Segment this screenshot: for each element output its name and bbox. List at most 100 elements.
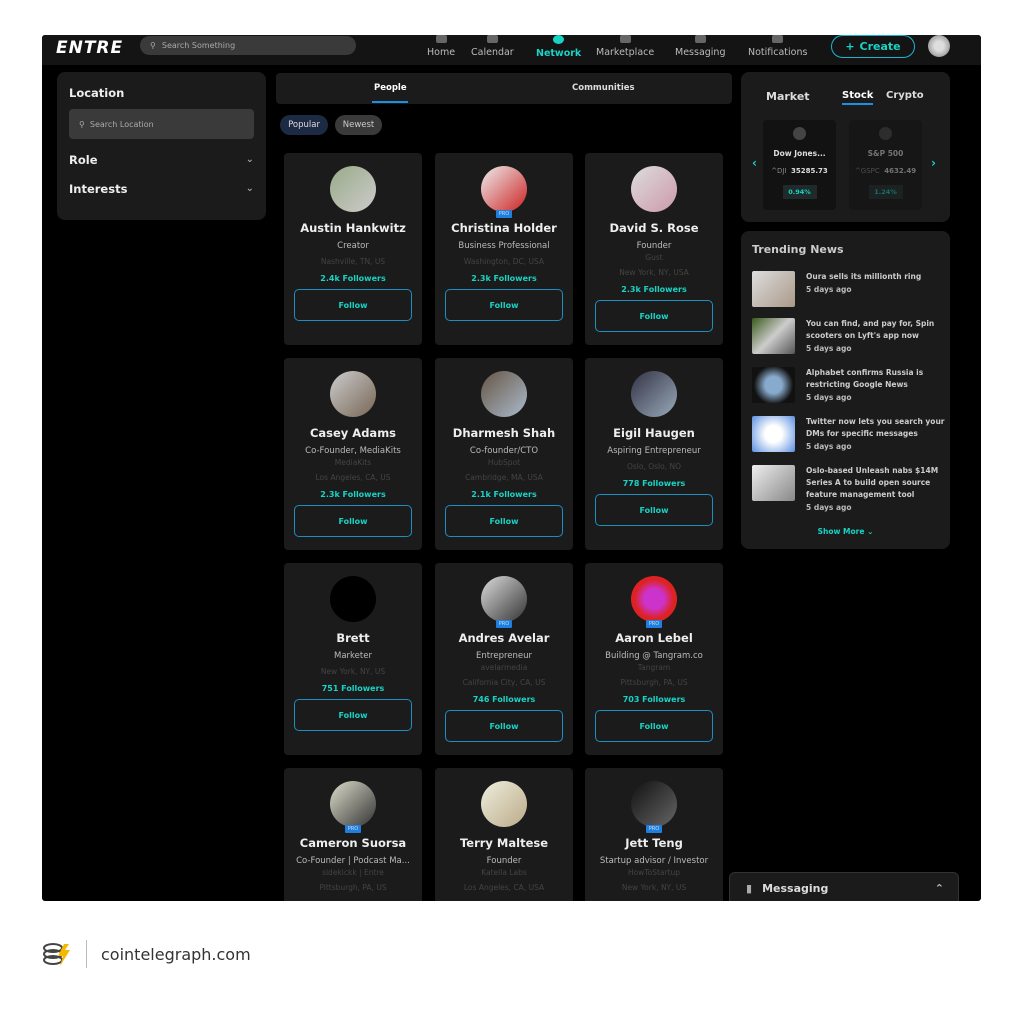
avatar[interactable]: PRO [481,166,527,218]
market-item[interactable]: Dow Jones... ^DJI 35285.73 0.94% [763,120,836,210]
avatar[interactable] [481,781,527,827]
tab-communities[interactable]: Communities [572,83,635,93]
avatar[interactable] [330,371,376,417]
person-card[interactable]: PRO Cameron Suorsa Co-Founder | Podcast … [284,768,422,901]
trending-news-panel: Trending News Oura sells its millionth r… [741,231,950,549]
person-card[interactable]: David S. Rose Founder Gust New York, NY,… [585,153,723,345]
follow-button[interactable]: Follow [294,505,412,537]
create-label: Create [859,40,901,53]
person-location: New York, NY, US [621,883,687,892]
person-name[interactable]: Andres Avelar [435,631,573,645]
chevron-down-icon[interactable]: ⌄ [246,183,254,194]
person-location: Pittsburgh, PA, US [620,678,688,687]
avatar[interactable] [330,576,376,622]
person-card[interactable]: PRO Jett Teng Startup advisor / Investor… [585,768,723,901]
nav-network[interactable]: Network [536,35,581,59]
follower-count: 2.4k Followers [320,274,386,283]
nav-calendar[interactable]: Calendar [471,35,514,58]
footer: cointelegraph.com [42,940,251,968]
sort-newest[interactable]: Newest [335,115,382,135]
news-item[interactable]: Oslo-based Unleash nabs $14M Series A to… [752,465,946,514]
person-name[interactable]: Dharmesh Shah [435,426,573,440]
tab-people[interactable]: People [374,83,407,93]
follow-button[interactable]: Follow [595,494,713,526]
chevron-down-icon[interactable]: ⌄ [246,154,254,165]
person-name[interactable]: Cameron Suorsa [284,836,422,850]
news-item[interactable]: Twitter now lets you search your DMs for… [752,416,946,453]
person-name[interactable]: Casey Adams [284,426,422,440]
person-card[interactable]: PRO Aaron Lebel Building @ Tangram.co Ta… [585,563,723,755]
pro-badge: PRO [345,825,361,833]
avatar[interactable]: PRO [330,781,376,833]
show-more-button[interactable]: Show More ⌄ [741,527,950,536]
person-card[interactable]: Dharmesh Shah Co-founder/CTO HubSpot Cam… [435,358,573,550]
avatar[interactable] [631,166,677,212]
chevron-left-icon[interactable]: ‹ [752,156,757,170]
follow-button[interactable]: Follow [595,300,713,332]
person-card[interactable]: Brett Marketer New York, NY, US 751 Foll… [284,563,422,755]
follow-button[interactable]: Follow [294,289,412,321]
pro-badge: PRO [496,620,512,628]
tab-stock[interactable]: Stock [842,90,874,105]
person-name[interactable]: Aaron Lebel [585,631,723,645]
tab-crypto[interactable]: Crypto [886,90,924,101]
nav-messaging[interactable]: Messaging [675,35,725,58]
user-avatar[interactable] [928,35,950,57]
avatar[interactable]: PRO [481,576,527,628]
person-card[interactable]: PRO Christina Holder Business Profession… [435,153,573,345]
market-item[interactable]: S&P 500 ^GSPC 4632.49 1.24% [849,120,922,210]
person-card[interactable]: Terry Maltese Founder Katella Labs Los A… [435,768,573,901]
person-role: Marketer [334,651,372,661]
news-title: Trending News [752,243,844,256]
person-role: Co-Founder | Podcast Ma... [296,856,410,866]
news-headline: Oura sells its millionth ring [806,272,922,281]
avatar[interactable] [631,371,677,417]
follow-button[interactable]: Follow [294,699,412,731]
news-item[interactable]: You can find, and pay for, Spin scooters… [752,318,946,355]
avatar[interactable] [330,166,376,212]
follow-button[interactable]: Follow [445,710,563,742]
entre-logo[interactable]: ENTRE [56,38,123,58]
chevron-right-icon[interactable]: › [931,156,936,170]
person-name[interactable]: David S. Rose [585,221,723,235]
person-location: Oslo, Oslo, NO [626,462,682,471]
messaging-bar[interactable]: ▮ Messaging ⌃ [729,872,959,901]
nav-label: Messaging [675,47,726,58]
market-change: 0.94% [782,185,817,199]
search-input[interactable]: ⚲ Search Something [140,36,356,55]
news-item[interactable]: Alphabet confirms Russia is restricting … [752,367,946,404]
person-card[interactable]: PRO Andres Avelar Entrepreneur avelarmed… [435,563,573,755]
person-name[interactable]: Jett Teng [585,836,723,850]
person-name[interactable]: Brett [284,631,422,645]
person-card[interactable]: Eigil Haugen Aspiring Entrepreneur Oslo,… [585,358,723,550]
news-item[interactable]: Oura sells its millionth ring 5 days ago [752,271,946,307]
nav-marketplace[interactable]: Marketplace [596,35,654,58]
person-company: MediaKits [334,458,372,467]
follower-count: 2.3k Followers [621,285,687,294]
person-name[interactable]: Austin Hankwitz [284,221,422,235]
person-name[interactable]: Christina Holder [435,221,573,235]
person-name[interactable]: Eigil Haugen [585,426,723,440]
person-name[interactable]: Terry Maltese [435,836,573,850]
chevron-up-icon[interactable]: ⌃ [935,882,944,895]
sort-popular[interactable]: Popular [280,115,328,135]
footer-divider [86,940,87,968]
create-button[interactable]: + Create [831,35,915,58]
chevron-down-icon: ⌄ [867,527,874,536]
app-window: ENTRE ⚲ Search Something Home Calendar Ne… [42,35,981,901]
person-card[interactable]: Casey Adams Co-Founder, MediaKits MediaK… [284,358,422,550]
location-input[interactable]: ⚲ Search Location [69,109,254,139]
avatar[interactable] [481,371,527,417]
nav-home[interactable]: Home [427,35,455,58]
nav-notifications[interactable]: Notifications [748,35,807,58]
avatar[interactable]: PRO [631,781,677,833]
follow-button[interactable]: Follow [445,289,563,321]
avatar[interactable]: PRO [631,576,677,628]
follow-button[interactable]: Follow [445,505,563,537]
follow-button[interactable]: Follow [595,710,713,742]
news-headline: You can find, and pay for, Spin scooters… [806,319,935,340]
pro-badge: PRO [646,620,662,628]
interests-filter[interactable]: Interests [69,182,127,196]
person-card[interactable]: Austin Hankwitz Creator Nashville, TN, U… [284,153,422,345]
role-filter[interactable]: Role [69,153,98,167]
